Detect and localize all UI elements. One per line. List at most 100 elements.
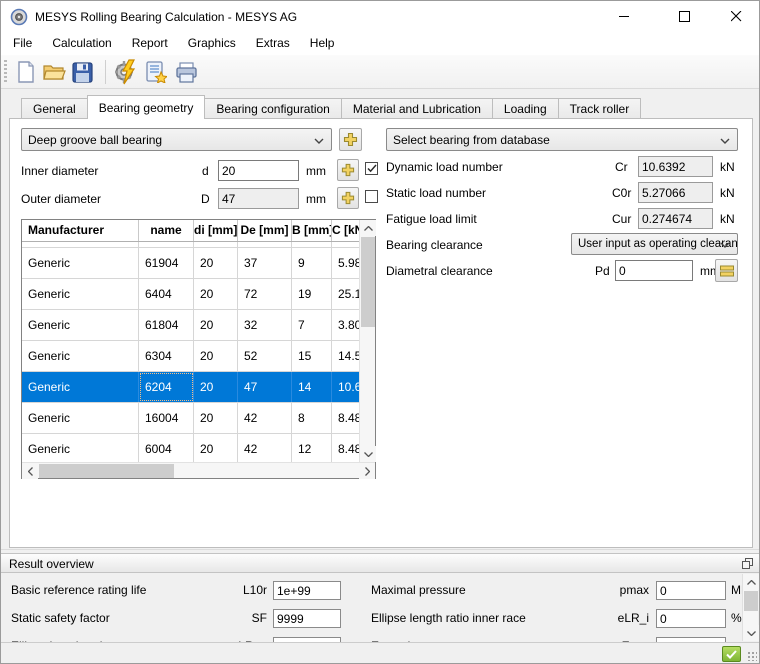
- scroll-down-icon[interactable]: [743, 625, 759, 641]
- column-header-de[interactable]: De [mm]: [238, 220, 292, 241]
- result-unit: %: [731, 611, 742, 625]
- report-with-options-button[interactable]: [143, 59, 169, 85]
- outer-diameter-symbol: D: [201, 192, 210, 206]
- tab-bearing-geometry[interactable]: Bearing geometry: [87, 95, 206, 119]
- diametral-clearance-options-button[interactable]: [715, 259, 738, 282]
- bearing-clearance-select[interactable]: User input as operating clearance: [571, 233, 738, 255]
- table-header: Manufacturer name di [mm] De [mm] B [mm]…: [22, 220, 359, 242]
- tab-material-and-lubrication[interactable]: Material and Lubrication: [341, 98, 493, 119]
- result-symbol: eLR_i: [581, 611, 649, 625]
- bearing-type-select[interactable]: Deep groove ball bearing: [21, 128, 332, 151]
- table-row[interactable]: Generic16004204288.4859: [22, 403, 359, 434]
- open-folder-icon: [42, 62, 66, 82]
- fatigue-load-unit: kN: [720, 212, 735, 226]
- result-label: Maximal pressure: [371, 583, 466, 597]
- menu-extras[interactable]: Extras: [246, 32, 300, 55]
- menu-calculation[interactable]: Calculation: [42, 32, 121, 55]
- bearing-clearance-value: User input as operating clearance: [578, 238, 738, 250]
- vertical-scroll-thumb[interactable]: [361, 237, 375, 327]
- fatigue-load-symbol: Cur: [612, 212, 631, 226]
- title-bar: MESYS Rolling Bearing Calculation - MESY…: [1, 1, 759, 32]
- column-header-name[interactable]: name: [139, 220, 194, 241]
- check-icon: [726, 650, 737, 659]
- result-overview-title: Result overview: [9, 557, 94, 571]
- chevron-down-icon: [720, 138, 730, 144]
- tab-bearing-configuration[interactable]: Bearing configuration: [204, 98, 341, 119]
- report-document-icon: [145, 61, 167, 83]
- database-bearing-select[interactable]: Select bearing from database: [386, 128, 738, 151]
- maximize-button[interactable]: [661, 1, 707, 32]
- vertical-scroll-thumb[interactable]: [744, 591, 758, 611]
- tab-track-roller[interactable]: Track roller: [558, 98, 642, 119]
- table-horizontal-scrollbar[interactable]: [22, 462, 375, 478]
- column-header-manufacturer[interactable]: Manufacturer: [22, 220, 139, 241]
- scroll-left-icon[interactable]: [22, 463, 38, 479]
- inner-diameter-unit: mm: [306, 164, 326, 178]
- resize-grip[interactable]: [747, 651, 757, 661]
- inner-diameter-symbol: d: [202, 164, 209, 178]
- outer-diameter-checkbox-unchecked[interactable]: [365, 190, 378, 203]
- plus-icon: [341, 191, 355, 205]
- result-overview-scrollbar[interactable]: [742, 574, 758, 641]
- menu-help[interactable]: Help: [300, 32, 345, 55]
- list-bars-icon: [720, 265, 734, 277]
- table-row[interactable]: Generic630420521514.549: [22, 341, 359, 372]
- column-header-c[interactable]: C [kN]: [332, 220, 359, 241]
- table-vertical-scrollbar[interactable]: [359, 220, 375, 462]
- menu-file[interactable]: File: [3, 32, 42, 55]
- dynamic-load-label: Dynamic load number: [386, 160, 503, 174]
- diametral-clearance-input[interactable]: [615, 260, 693, 281]
- database-bearing-value: Select bearing from database: [393, 133, 550, 147]
- inner-diameter-options-button[interactable]: [337, 159, 359, 181]
- inner-diameter-checkbox-checked[interactable]: [365, 162, 378, 175]
- check-icon: [367, 164, 377, 173]
- toolbar-drag-handle[interactable]: [4, 60, 7, 84]
- open-file-button[interactable]: [41, 59, 67, 85]
- outer-diameter-options-button[interactable]: [337, 187, 359, 209]
- scroll-up-icon[interactable]: [360, 220, 376, 236]
- column-header-di[interactable]: di [mm]: [194, 220, 238, 241]
- bearing-database-table: Generic62804203273.8010 Generic619042037…: [21, 219, 376, 479]
- inner-diameter-input[interactable]: [218, 160, 299, 181]
- menu-report[interactable]: Report: [122, 32, 178, 55]
- tab-bar: General Bearing geometry Bearing configu…: [9, 95, 753, 119]
- result-value-input: [273, 609, 341, 628]
- table-row-selected[interactable]: Generic620420471410.639: [22, 372, 359, 403]
- add-bearing-type-button[interactable]: [339, 128, 362, 151]
- inner-diameter-label: Inner diameter: [21, 164, 98, 178]
- status-bar: [1, 642, 759, 663]
- column-header-b[interactable]: B [mm]: [292, 220, 332, 241]
- tab-general[interactable]: General: [21, 98, 88, 119]
- table-row[interactable]: Generic640420721925.194: [22, 279, 359, 310]
- printer-icon: [175, 62, 198, 83]
- result-symbol: SF: [201, 611, 267, 625]
- scroll-up-icon[interactable]: [743, 574, 759, 590]
- table-row[interactable]: Generic60042042128.4859: [22, 434, 359, 462]
- undock-panel-icon[interactable]: [742, 558, 753, 569]
- close-button[interactable]: [713, 1, 759, 32]
- save-file-button[interactable]: [69, 59, 95, 85]
- tab-loading[interactable]: Loading: [492, 98, 559, 119]
- result-overview-header: Result overview: [1, 553, 759, 573]
- tool-bar: [1, 55, 759, 89]
- scroll-down-icon[interactable]: [360, 446, 376, 462]
- dynamic-load-unit: kN: [720, 160, 735, 174]
- scroll-right-icon[interactable]: [359, 463, 375, 479]
- calculate-button[interactable]: [113, 59, 139, 85]
- table-body: Generic62804203273.8010 Generic619042037…: [22, 242, 359, 462]
- static-load-unit: kN: [720, 186, 735, 200]
- app-window: MESYS Rolling Bearing Calculation - MESY…: [0, 0, 760, 664]
- minimize-button[interactable]: [601, 1, 647, 32]
- table-row[interactable]: Generic61904203795.9863: [22, 248, 359, 279]
- result-label: Basic reference rating life: [11, 583, 146, 597]
- calculation-ok-button[interactable]: [722, 646, 741, 662]
- outer-diameter-unit: mm: [306, 192, 326, 206]
- static-load-label: Static load number: [386, 186, 486, 200]
- dynamic-load-input: [638, 156, 713, 177]
- new-file-button[interactable]: [13, 59, 39, 85]
- fatigue-load-input: [638, 208, 713, 229]
- menu-graphics[interactable]: Graphics: [178, 32, 246, 55]
- table-row[interactable]: Generic61804203273.8010: [22, 310, 359, 341]
- horizontal-scroll-thumb[interactable]: [39, 464, 174, 478]
- print-button[interactable]: [173, 59, 199, 85]
